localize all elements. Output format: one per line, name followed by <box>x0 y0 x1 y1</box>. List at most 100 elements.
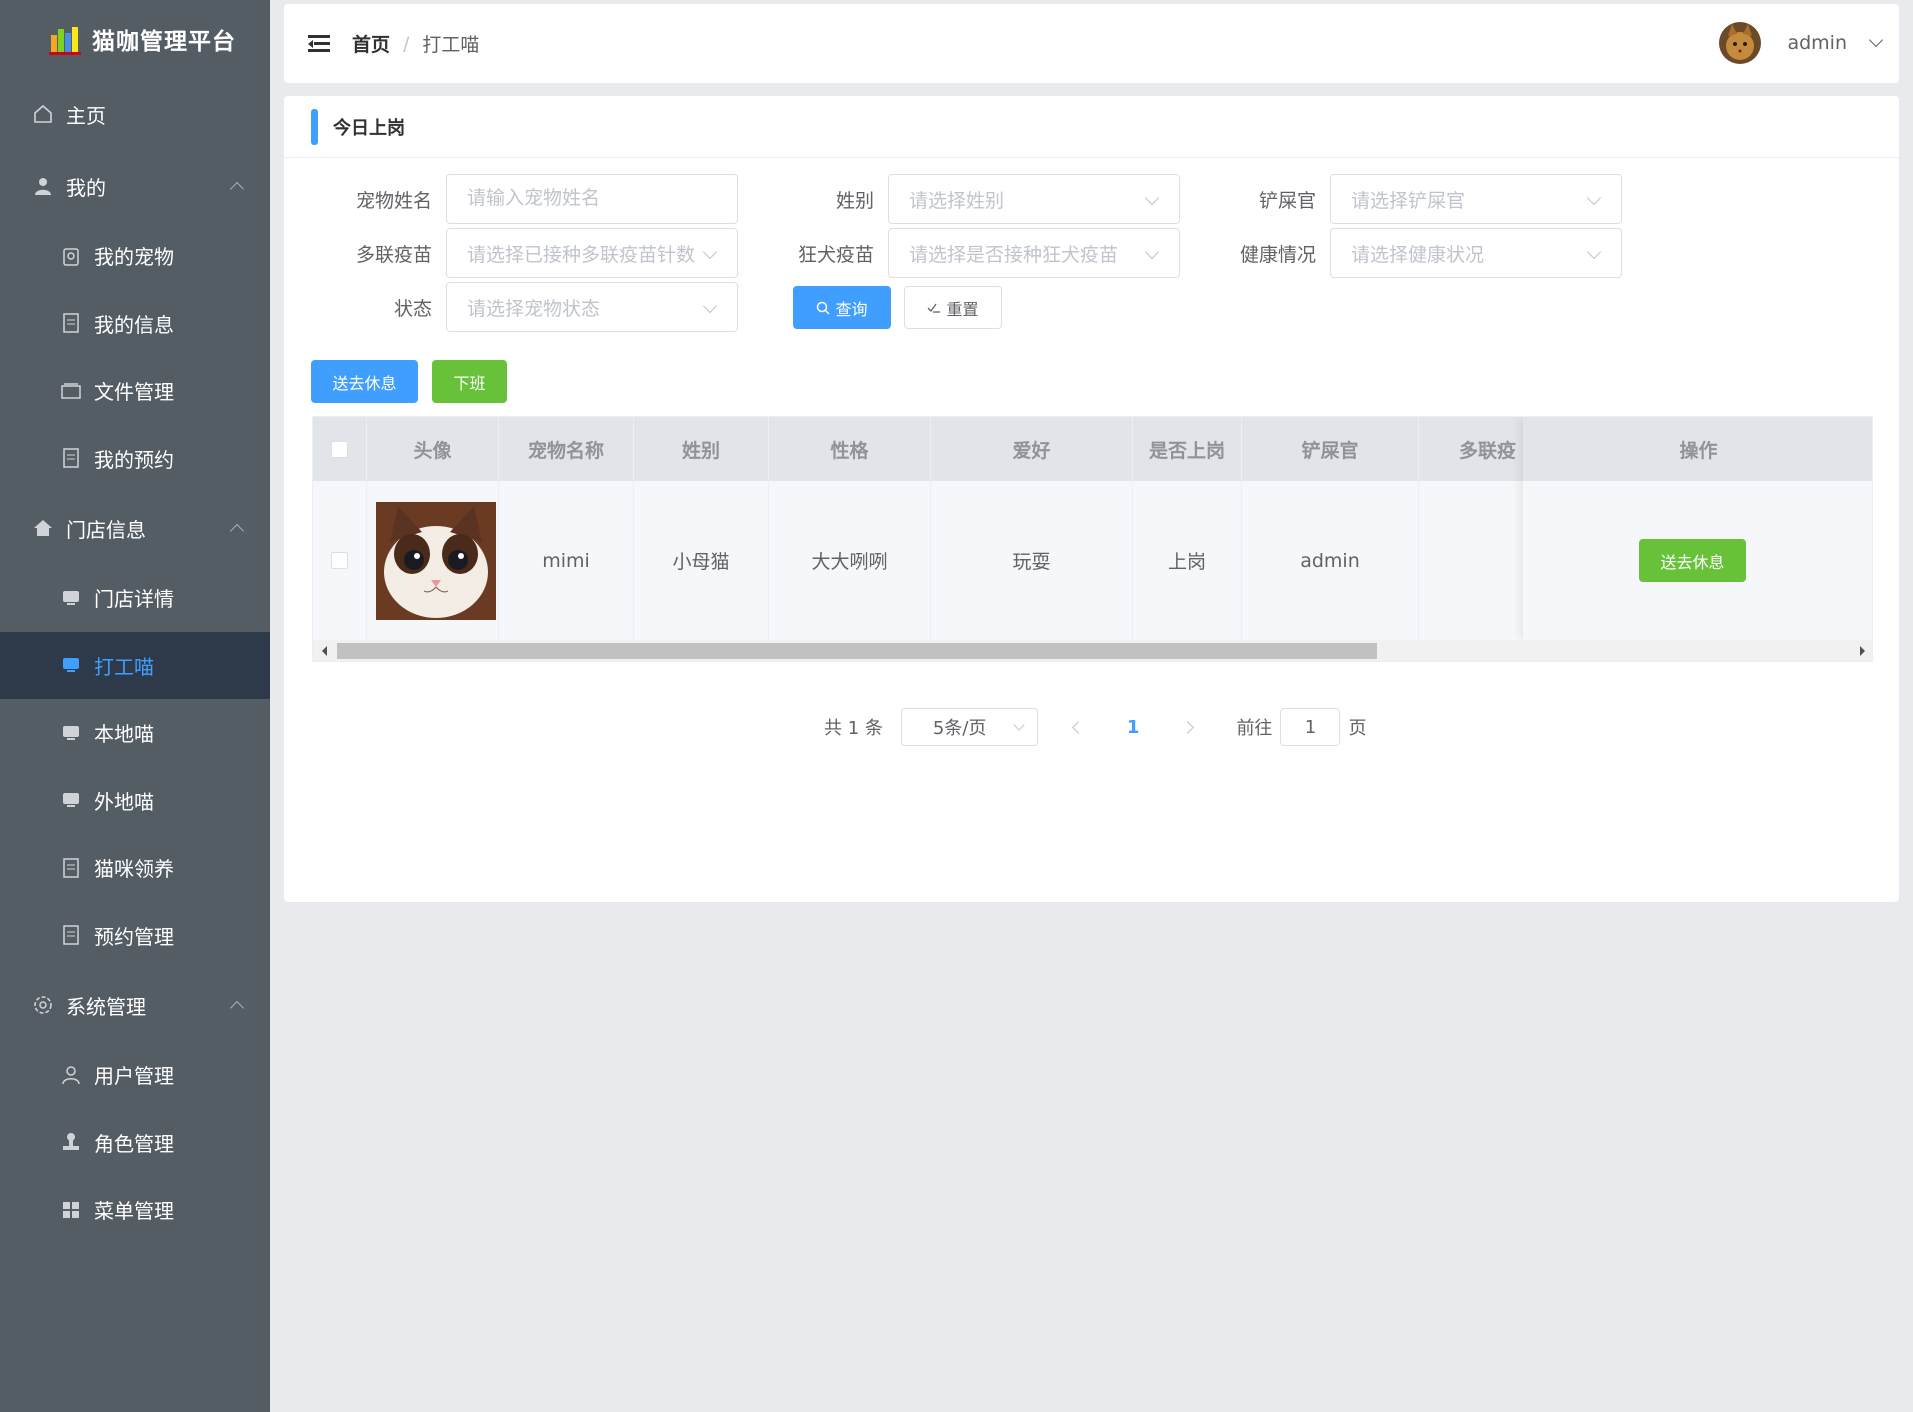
reset-button[interactable]: 重置 <box>904 286 1002 329</box>
menu-toggle-icon[interactable] <box>308 34 330 53</box>
multi-vaccine-select[interactable]: 请选择已接种多联疫苗针数 <box>446 228 738 278</box>
sidebar-item-label: 本地喵 <box>94 722 154 747</box>
header-actions: 操作 <box>1523 417 1872 481</box>
top-header: 首页 / 打工喵 admin <box>284 4 1899 83</box>
user-dropdown[interactable]: admin <box>1719 22 1884 64</box>
sidebar-item-files[interactable]: 文件管理 <box>0 357 270 425</box>
current-page[interactable]: 1 <box>1127 717 1140 738</box>
search-button[interactable]: 查询 <box>793 286 891 329</box>
monitor-icon <box>60 654 82 676</box>
gender-select[interactable]: 请选择姓别 <box>888 174 1180 224</box>
goto-page-input[interactable]: 1 <box>1280 708 1341 746</box>
page-size-select[interactable]: 5条/页 <box>900 708 1038 746</box>
filter-gender: 姓别 请选择姓别 <box>726 174 1180 224</box>
grid-icon <box>60 1199 82 1221</box>
reset-button-label: 重置 <box>946 299 979 319</box>
header-hobby: 爱好 <box>931 417 1133 481</box>
health-select[interactable]: 请选择健康状况 <box>1330 228 1622 278</box>
owner-select[interactable]: 请选择铲屎官 <box>1330 174 1622 224</box>
sidebar-item-label: 预约管理 <box>94 924 174 949</box>
sidebar-item-home[interactable]: 主页 <box>0 78 270 150</box>
rabies-select[interactable]: 请选择是否接种狂犬疫苗 <box>888 228 1180 278</box>
prev-page-icon[interactable] <box>1072 720 1085 734</box>
chevron-down-icon <box>1868 32 1884 48</box>
search-icon <box>817 301 831 315</box>
breadcrumb-current: 打工喵 <box>422 34 480 56</box>
sidebar-item-foreign-cat[interactable]: 外地喵 <box>0 767 270 835</box>
status-label: 状态 <box>393 297 432 320</box>
monitor-icon <box>60 722 82 744</box>
row-send-rest-button[interactable]: 送去休息 <box>1639 539 1746 582</box>
sidebar-item-my-info[interactable]: 我的信息 <box>0 290 270 358</box>
pet-avatar-image[interactable] <box>375 501 496 620</box>
gender-cell: 小母猫 <box>634 481 769 640</box>
sidebar-item-label: 用户管理 <box>94 1064 174 1089</box>
scroll-right-icon[interactable] <box>1858 646 1866 656</box>
sidebar-item-mine[interactable]: 我的 <box>0 150 270 222</box>
reset-icon <box>928 303 941 313</box>
sidebar-item-role-mgmt[interactable]: 角色管理 <box>0 1109 270 1177</box>
home-icon <box>32 103 54 125</box>
scrollbar-thumb[interactable] <box>337 643 1377 659</box>
row-checkbox[interactable] <box>331 552 348 569</box>
chevron-down-icon <box>1144 190 1160 206</box>
header-gender: 姓别 <box>634 417 769 481</box>
chevron-down-icon <box>1586 244 1602 260</box>
next-page-icon[interactable] <box>1181 720 1195 734</box>
pet-name-field[interactable] <box>446 174 738 224</box>
sidebar-item-my-pets[interactable]: 我的宠物 <box>0 222 270 290</box>
health-placeholder: 请选择健康状况 <box>1351 243 1485 266</box>
rabies-label: 狂犬疫苗 <box>797 243 874 266</box>
app-title: 猫咖管理平台 <box>92 29 236 55</box>
send-rest-button[interactable]: 送去休息 <box>311 360 418 403</box>
sidebar-item-working-cat[interactable]: 打工喵 <box>0 631 270 699</box>
select-all-checkbox[interactable] <box>331 440 348 458</box>
rabies-placeholder: 请选择是否接种狂犬疫苗 <box>909 243 1119 266</box>
row-select-cell <box>313 481 367 640</box>
sidebar-item-user-mgmt[interactable]: 用户管理 <box>0 1041 270 1109</box>
sidebar-item-adoption[interactable]: 猫咪领养 <box>0 834 270 902</box>
action-cell: 送去休息 <box>1523 481 1872 640</box>
sidebar-item-system[interactable]: 系统管理 <box>0 969 270 1041</box>
pagination: 共 1 条 5条/页 1 前往 1 页 <box>824 708 1366 746</box>
badge-icon <box>60 245 82 267</box>
sidebar-item-store-detail[interactable]: 门店详情 <box>0 564 270 632</box>
filter-health: 健康情况 请选择健康状况 <box>1168 228 1622 278</box>
house-icon <box>32 517 54 539</box>
sidebar: 猫咖管理平台 主页 我的 我的宠物 我的信息 文件管理 我的预约 门店信息 门店… <box>0 0 270 1412</box>
sidebar-item-reservation-mgmt[interactable]: 预约管理 <box>0 902 270 970</box>
user-icon <box>32 175 54 197</box>
document-icon <box>60 447 82 469</box>
sidebar-item-label: 我的预约 <box>94 447 174 472</box>
header-on-duty: 是否上岗 <box>1133 417 1242 481</box>
hobby-cell: 玩耍 <box>931 481 1133 640</box>
page-size-value: 5条/页 <box>932 718 987 739</box>
sidebar-item-label: 猫咪领养 <box>94 857 174 882</box>
sidebar-item-local-cat[interactable]: 本地喵 <box>0 699 270 767</box>
on-duty-cell: 上岗 <box>1133 481 1242 640</box>
breadcrumb-home[interactable]: 首页 <box>352 30 390 57</box>
header-vaccine: 多联疫 <box>1419 417 1539 481</box>
horizontal-scrollbar[interactable] <box>313 640 1872 661</box>
pet-name-label: 宠物姓名 <box>355 189 432 212</box>
scroll-left-icon[interactable] <box>321 646 329 656</box>
sidebar-item-my-reservations[interactable]: 我的预约 <box>0 425 270 493</box>
sidebar-item-label: 系统管理 <box>66 994 146 1019</box>
filter-rabies: 狂犬疫苗 请选择是否接种狂犬疫苗 <box>726 228 1180 278</box>
off-work-button[interactable]: 下班 <box>432 360 507 403</box>
header-avatar: 头像 <box>367 417 499 481</box>
logo-icon <box>48 23 84 55</box>
goto-page-value: 1 <box>1304 716 1317 738</box>
sidebar-item-label: 打工喵 <box>94 654 154 679</box>
owner-cell: admin <box>1242 481 1419 640</box>
health-label: 健康情况 <box>1239 243 1316 266</box>
sidebar-item-store-info[interactable]: 门店信息 <box>0 492 270 564</box>
header-select-all <box>313 417 367 481</box>
breadcrumb: 首页 / 打工喵 <box>352 30 479 57</box>
pet-name-input[interactable] <box>467 188 717 210</box>
status-select[interactable]: 请选择宠物状态 <box>446 282 738 332</box>
sidebar-item-menu-mgmt[interactable]: 菜单管理 <box>0 1176 270 1244</box>
multi-vaccine-placeholder: 请选择已接种多联疫苗针数 <box>467 243 696 266</box>
filter-multi-vaccine: 多联疫苗 请选择已接种多联疫苗针数 <box>284 228 738 278</box>
filter-owner: 铲屎官 请选择铲屎官 <box>1168 174 1622 224</box>
